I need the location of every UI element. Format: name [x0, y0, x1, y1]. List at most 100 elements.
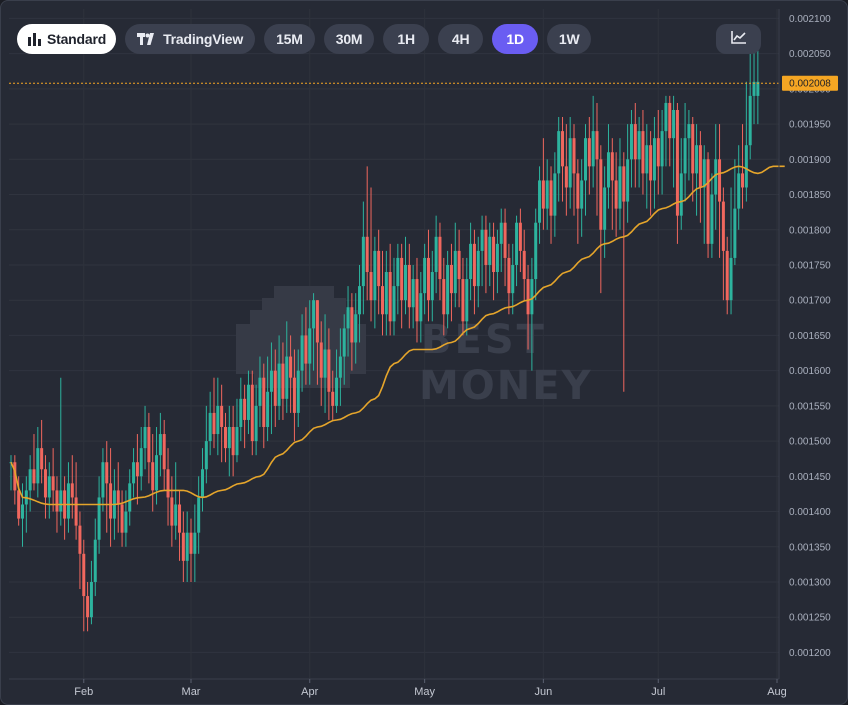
interval-30m-button[interactable]: 30M — [323, 24, 375, 54]
candle[interactable] — [243, 384, 247, 449]
candle[interactable] — [212, 377, 216, 449]
indicator-button[interactable] — [716, 24, 761, 54]
standard-chart-button[interactable]: Standard — [17, 24, 117, 54]
candle[interactable] — [32, 434, 36, 491]
candle[interactable] — [373, 236, 377, 329]
candle[interactable] — [687, 109, 691, 181]
candle[interactable] — [675, 102, 679, 244]
candle[interactable] — [484, 215, 488, 294]
candle[interactable] — [683, 102, 687, 202]
candle[interactable] — [706, 152, 710, 258]
candle[interactable] — [403, 236, 407, 315]
candle[interactable] — [369, 187, 373, 322]
candle[interactable] — [511, 243, 515, 315]
candle[interactable] — [622, 152, 626, 392]
candle[interactable] — [223, 412, 227, 463]
candle[interactable] — [576, 159, 580, 244]
candle[interactable] — [430, 250, 434, 322]
candle[interactable] — [185, 511, 189, 582]
candle[interactable] — [109, 448, 113, 547]
candle[interactable] — [124, 490, 128, 547]
candle[interactable] — [495, 229, 499, 294]
candle[interactable] — [147, 412, 151, 484]
candle[interactable] — [86, 581, 90, 632]
candle[interactable] — [139, 427, 143, 491]
candle[interactable] — [449, 243, 453, 322]
candle[interactable] — [381, 250, 385, 336]
candle[interactable] — [553, 152, 557, 237]
interval-4h-button[interactable]: 4H — [437, 24, 484, 54]
candle[interactable] — [250, 370, 254, 456]
candle[interactable] — [151, 434, 155, 512]
candle[interactable] — [721, 187, 725, 301]
candle[interactable] — [13, 455, 17, 505]
candle[interactable] — [545, 159, 549, 230]
candle[interactable] — [606, 124, 610, 209]
candle[interactable] — [480, 215, 484, 287]
candle[interactable] — [227, 405, 231, 477]
candle[interactable] — [737, 145, 741, 230]
candle[interactable] — [457, 229, 461, 308]
candle[interactable] — [158, 412, 162, 477]
candle[interactable] — [423, 243, 427, 315]
candle[interactable] — [438, 222, 442, 301]
candle[interactable] — [97, 476, 101, 554]
candle[interactable] — [166, 448, 170, 526]
candle[interactable] — [9, 455, 13, 491]
candle[interactable] — [599, 145, 603, 294]
candle[interactable] — [365, 166, 369, 301]
candle[interactable] — [664, 95, 668, 167]
candle[interactable] — [587, 117, 591, 195]
candle[interactable] — [538, 166, 542, 244]
candle[interactable] — [633, 102, 637, 188]
candle[interactable] — [384, 250, 388, 336]
candle[interactable] — [649, 131, 653, 216]
candle[interactable] — [201, 448, 204, 512]
candle[interactable] — [679, 138, 683, 230]
candle[interactable] — [488, 222, 492, 287]
candle[interactable] — [189, 518, 193, 582]
candle[interactable] — [204, 405, 208, 484]
price-chart[interactable]: BEST MONEY 0.0012000.0012500.0013000.001… — [1, 1, 848, 705]
candle[interactable] — [78, 511, 82, 590]
interval-15m-button[interactable]: 15M — [264, 24, 315, 54]
candle[interactable] — [24, 476, 28, 533]
candle[interactable] — [254, 384, 258, 456]
candle[interactable] — [492, 222, 496, 301]
interval-1h-button[interactable]: 1H — [383, 24, 429, 54]
candle[interactable] — [89, 560, 93, 625]
candle[interactable] — [143, 405, 147, 470]
candle[interactable] — [610, 138, 614, 230]
candle[interactable] — [411, 264, 415, 329]
candle[interactable] — [392, 257, 396, 336]
candle[interactable] — [645, 124, 649, 209]
candle[interactable] — [47, 462, 51, 519]
candle[interactable] — [695, 124, 699, 216]
candle[interactable] — [476, 236, 480, 308]
candle[interactable] — [43, 455, 47, 519]
candle[interactable] — [748, 53, 752, 160]
candle[interactable] — [522, 229, 526, 301]
candle[interactable] — [193, 504, 197, 582]
candle[interactable] — [637, 117, 641, 188]
candle[interactable] — [135, 434, 139, 505]
candle[interactable] — [28, 455, 32, 512]
candle[interactable] — [752, 46, 756, 125]
candle[interactable] — [660, 109, 664, 195]
candle[interactable] — [36, 427, 40, 498]
candle[interactable] — [400, 243, 404, 329]
candle[interactable] — [580, 159, 584, 237]
candle[interactable] — [105, 441, 109, 533]
candle[interactable] — [388, 243, 392, 336]
candle[interactable] — [396, 243, 400, 315]
candle[interactable] — [557, 117, 561, 202]
candle[interactable] — [208, 391, 212, 456]
candle[interactable] — [116, 462, 120, 533]
candle[interactable] — [691, 117, 695, 202]
candle[interactable] — [549, 166, 553, 244]
candle[interactable] — [729, 187, 733, 315]
candle[interactable] — [197, 476, 201, 554]
candle[interactable] — [472, 229, 476, 315]
candle[interactable] — [541, 138, 545, 230]
candle[interactable] — [434, 215, 438, 294]
